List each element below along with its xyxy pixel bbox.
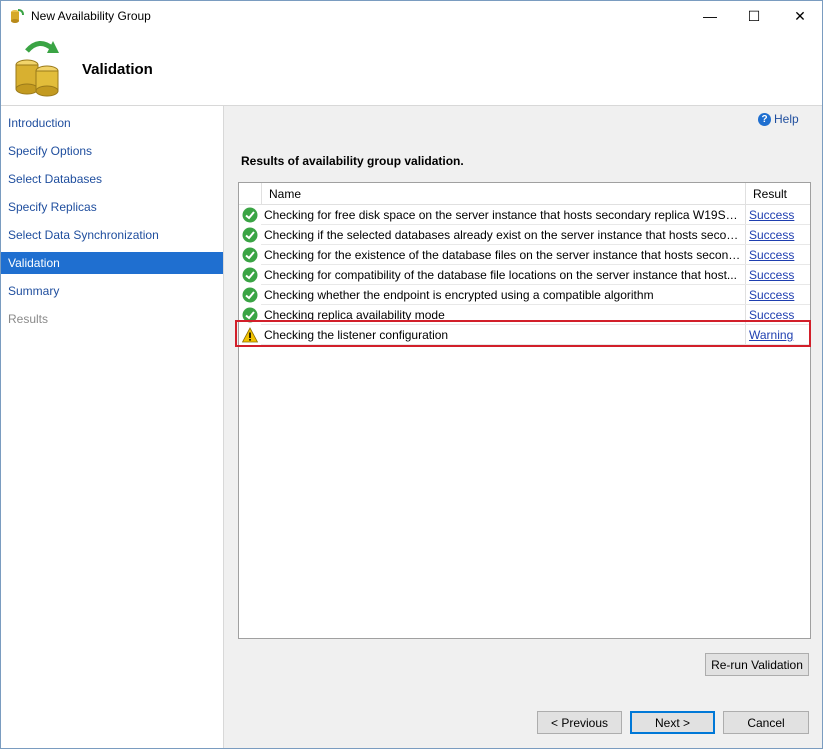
maximize-icon: ☐	[747, 7, 761, 24]
validation-results-grid[interactable]: Name Result Checking for free disk space…	[238, 182, 811, 639]
sidebar-item-results: Results	[8, 312, 49, 326]
warning-icon	[242, 327, 258, 343]
check-name: Checking replica availability mode	[264, 308, 445, 322]
success-check-icon	[242, 227, 258, 243]
sidebar-item-select-data-synchronization[interactable]: Select Data Synchronization	[1, 224, 223, 246]
column-header-name[interactable]: Name	[269, 187, 301, 201]
page-title: Validation	[82, 61, 153, 78]
table-row[interactable]: Checking replica availability mode Succe…	[239, 305, 810, 325]
result-link-warning[interactable]: Warning	[749, 328, 793, 342]
wizard-steps-sidebar: Introduction Specify Options Select Data…	[1, 106, 224, 748]
result-link-success[interactable]: Success	[749, 308, 794, 322]
table-row[interactable]: Checking for compatibility of the databa…	[239, 265, 810, 285]
window-title: New Availability Group	[31, 9, 151, 23]
result-link-success[interactable]: Success	[749, 208, 794, 222]
title-bar[interactable]: New Availability Group — ☐ ✕	[1, 1, 822, 31]
table-row[interactable]: Checking whether the endpoint is encrypt…	[239, 285, 810, 305]
table-row[interactable]: Checking the listener configuration Warn…	[239, 325, 810, 345]
sidebar-item-specify-options[interactable]: Specify Options	[1, 140, 223, 162]
rerun-validation-button[interactable]: Re-run Validation	[705, 653, 809, 676]
close-icon: ✕	[794, 7, 806, 24]
result-link-success[interactable]: Success	[749, 268, 794, 282]
table-row[interactable]: Checking if the selected databases alrea…	[239, 225, 810, 245]
maximize-button[interactable]: ☐	[731, 1, 777, 31]
result-link-success[interactable]: Success	[749, 228, 794, 242]
column-header-result[interactable]: Result	[753, 187, 787, 201]
minimize-icon: —	[703, 8, 717, 24]
grid-header: Name Result	[239, 183, 810, 205]
check-name: Checking whether the endpoint is encrypt…	[264, 288, 654, 302]
availability-group-database-icon	[15, 41, 59, 97]
success-check-icon	[242, 207, 258, 223]
help-icon: ?	[758, 112, 771, 126]
availability-group-app-icon	[11, 9, 24, 23]
previous-button[interactable]: < Previous	[537, 711, 622, 734]
sidebar-item-validation[interactable]: Validation	[1, 252, 223, 274]
check-name: Checking for the existence of the databa…	[264, 248, 742, 262]
sidebar-item-introduction[interactable]: Introduction	[1, 112, 223, 134]
success-check-icon	[242, 247, 258, 263]
table-row[interactable]: Checking for the existence of the databa…	[239, 245, 810, 265]
validation-content: ? Help Results of availability group val…	[224, 106, 822, 748]
sidebar-item-select-databases[interactable]: Select Databases	[1, 168, 223, 190]
close-button[interactable]: ✕	[777, 1, 823, 31]
check-name: Checking for compatibility of the databa…	[264, 268, 737, 282]
check-name: Checking the listener configuration	[264, 328, 449, 342]
success-check-icon	[242, 267, 258, 283]
check-name: Checking if the selected databases alrea…	[264, 228, 742, 242]
next-button[interactable]: Next >	[630, 711, 715, 734]
results-heading: Results of availability group validation…	[241, 154, 464, 168]
sidebar-item-specify-replicas[interactable]: Specify Replicas	[1, 196, 223, 218]
table-row[interactable]: Checking for free disk space on the serv…	[239, 205, 810, 225]
minimize-button[interactable]: —	[687, 1, 733, 31]
check-name: Checking for free disk space on the serv…	[264, 208, 742, 222]
sidebar-item-summary[interactable]: Summary	[1, 280, 223, 302]
result-link-success[interactable]: Success	[749, 288, 794, 302]
result-link-success[interactable]: Success	[749, 248, 794, 262]
success-check-icon	[242, 287, 258, 303]
cancel-button[interactable]: Cancel	[723, 711, 809, 734]
success-check-icon	[242, 307, 258, 323]
help-link[interactable]: ? Help	[758, 112, 799, 126]
wizard-window: New Availability Group — ☐ ✕ Validation …	[0, 0, 823, 749]
help-label: Help	[774, 112, 799, 126]
page-header: Validation	[1, 31, 822, 106]
